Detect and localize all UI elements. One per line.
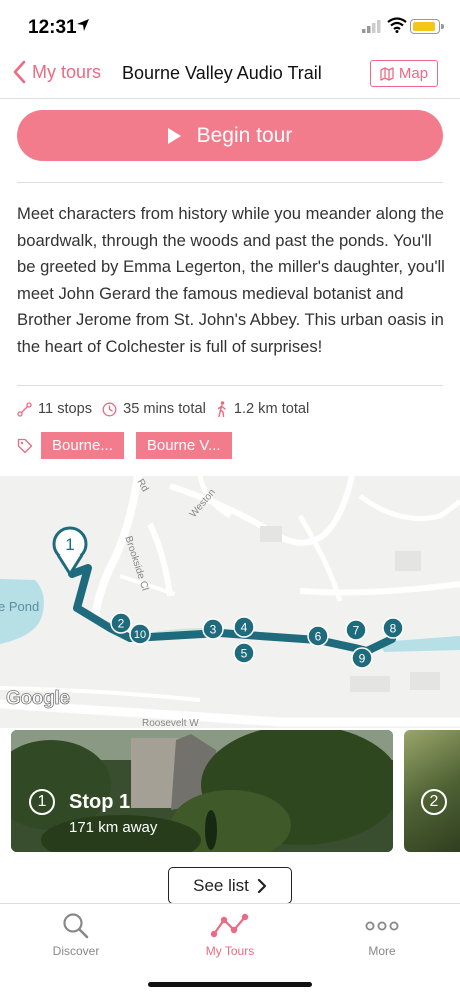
tour-meta: 11 stops 35 mins total 1.2 km total [17,401,319,417]
tab-label: My Tours [205,944,255,958]
stop-card[interactable]: 1 Stop 1 171 km away [11,730,393,852]
svg-text:7: 7 [353,624,360,638]
divider [17,182,443,183]
map-marker-1: 1 [52,526,88,576]
back-button-label: My tours [32,61,102,82]
svg-text:2: 2 [118,617,125,631]
tag-chip[interactable]: Bourne... [41,432,124,459]
begin-tour-label: Begin tour [196,123,293,147]
meta-duration-text: 35 mins total [123,401,206,417]
meta-stops-text: 11 stops [38,401,93,417]
back-button[interactable]: My tours [12,60,101,84]
chevron-left-icon [13,60,26,84]
location-arrow-icon [77,19,89,31]
tab-more[interactable]: More [332,912,432,958]
stop-distance: 171 km away [69,819,158,836]
stop-card[interactable]: 2 [404,730,460,852]
home-indicator [148,982,312,987]
walking-icon [217,401,226,417]
svg-text:9: 9 [359,652,366,666]
tour-description: Meet characters from history while you m… [17,204,445,356]
map-marker-6: 6 [307,625,329,647]
tab-discover[interactable]: Discover [26,912,126,958]
map-marker-9: 9 [351,647,373,669]
map-marker-8: 8 [382,617,404,639]
svg-text:4: 4 [241,621,248,635]
svg-text:5: 5 [241,647,248,661]
page-title: Bourne Valley Audio Trail [122,63,322,83]
search-icon [63,913,89,939]
tour-map[interactable]: e Pond Rd Weston Brookside Cl Roosevelt … [0,476,460,728]
see-list-button[interactable]: See list [168,867,292,904]
status-bar: 12:31 [0,0,460,52]
svg-text:8: 8 [390,622,397,636]
tag-row: Bourne... Bourne V... [17,432,232,459]
tab-my-tours[interactable]: My Tours [180,912,280,958]
tag-chip[interactable]: Bourne V... [135,432,232,459]
map-button[interactable]: Map [370,60,438,87]
svg-text:6: 6 [315,630,322,644]
cell-signal-icon [362,20,381,33]
map-marker-2: 2 [110,612,132,634]
meta-distance: 1.2 km total [216,401,309,417]
status-time: 12:31 [28,17,77,38]
map-button-label: Map [398,65,429,82]
divider [17,385,443,386]
tab-label: More [368,944,396,958]
more-dots-icon [365,921,399,931]
svg-text:1: 1 [65,535,74,554]
meta-duration: 35 mins total [102,401,206,417]
google-logo: Google [6,688,71,710]
map-marker-5: 5 [233,642,255,664]
svg-text:3: 3 [210,623,217,637]
map-marker-3: 3 [202,618,224,640]
play-icon [167,127,181,144]
svg-text:10: 10 [134,629,146,641]
nav-bar: My tours Bourne Valley Audio Trail Map [0,52,460,99]
route-icon [210,913,249,938]
clock-icon [102,402,117,416]
map-marker-4: 4 [233,616,255,638]
route-icon [17,401,32,417]
battery-icon [410,19,444,34]
stop-number-badge: 2 [421,789,447,815]
map-marker-10: 10 [129,623,151,645]
see-list-label: See list [193,875,249,895]
stop-number-badge: 1 [29,789,55,815]
tag-icon [17,438,33,453]
tab-label: Discover [52,944,100,958]
meta-stops: 11 stops [17,401,92,417]
chevron-right-icon [257,878,266,893]
map-icon [380,66,394,81]
map-marker-7: 7 [345,619,367,641]
wifi-icon [387,17,407,33]
begin-tour-button[interactable]: Begin tour [17,110,443,161]
meta-distance-text: 1.2 km total [233,401,310,417]
stop-title: Stop 1 [69,791,131,813]
